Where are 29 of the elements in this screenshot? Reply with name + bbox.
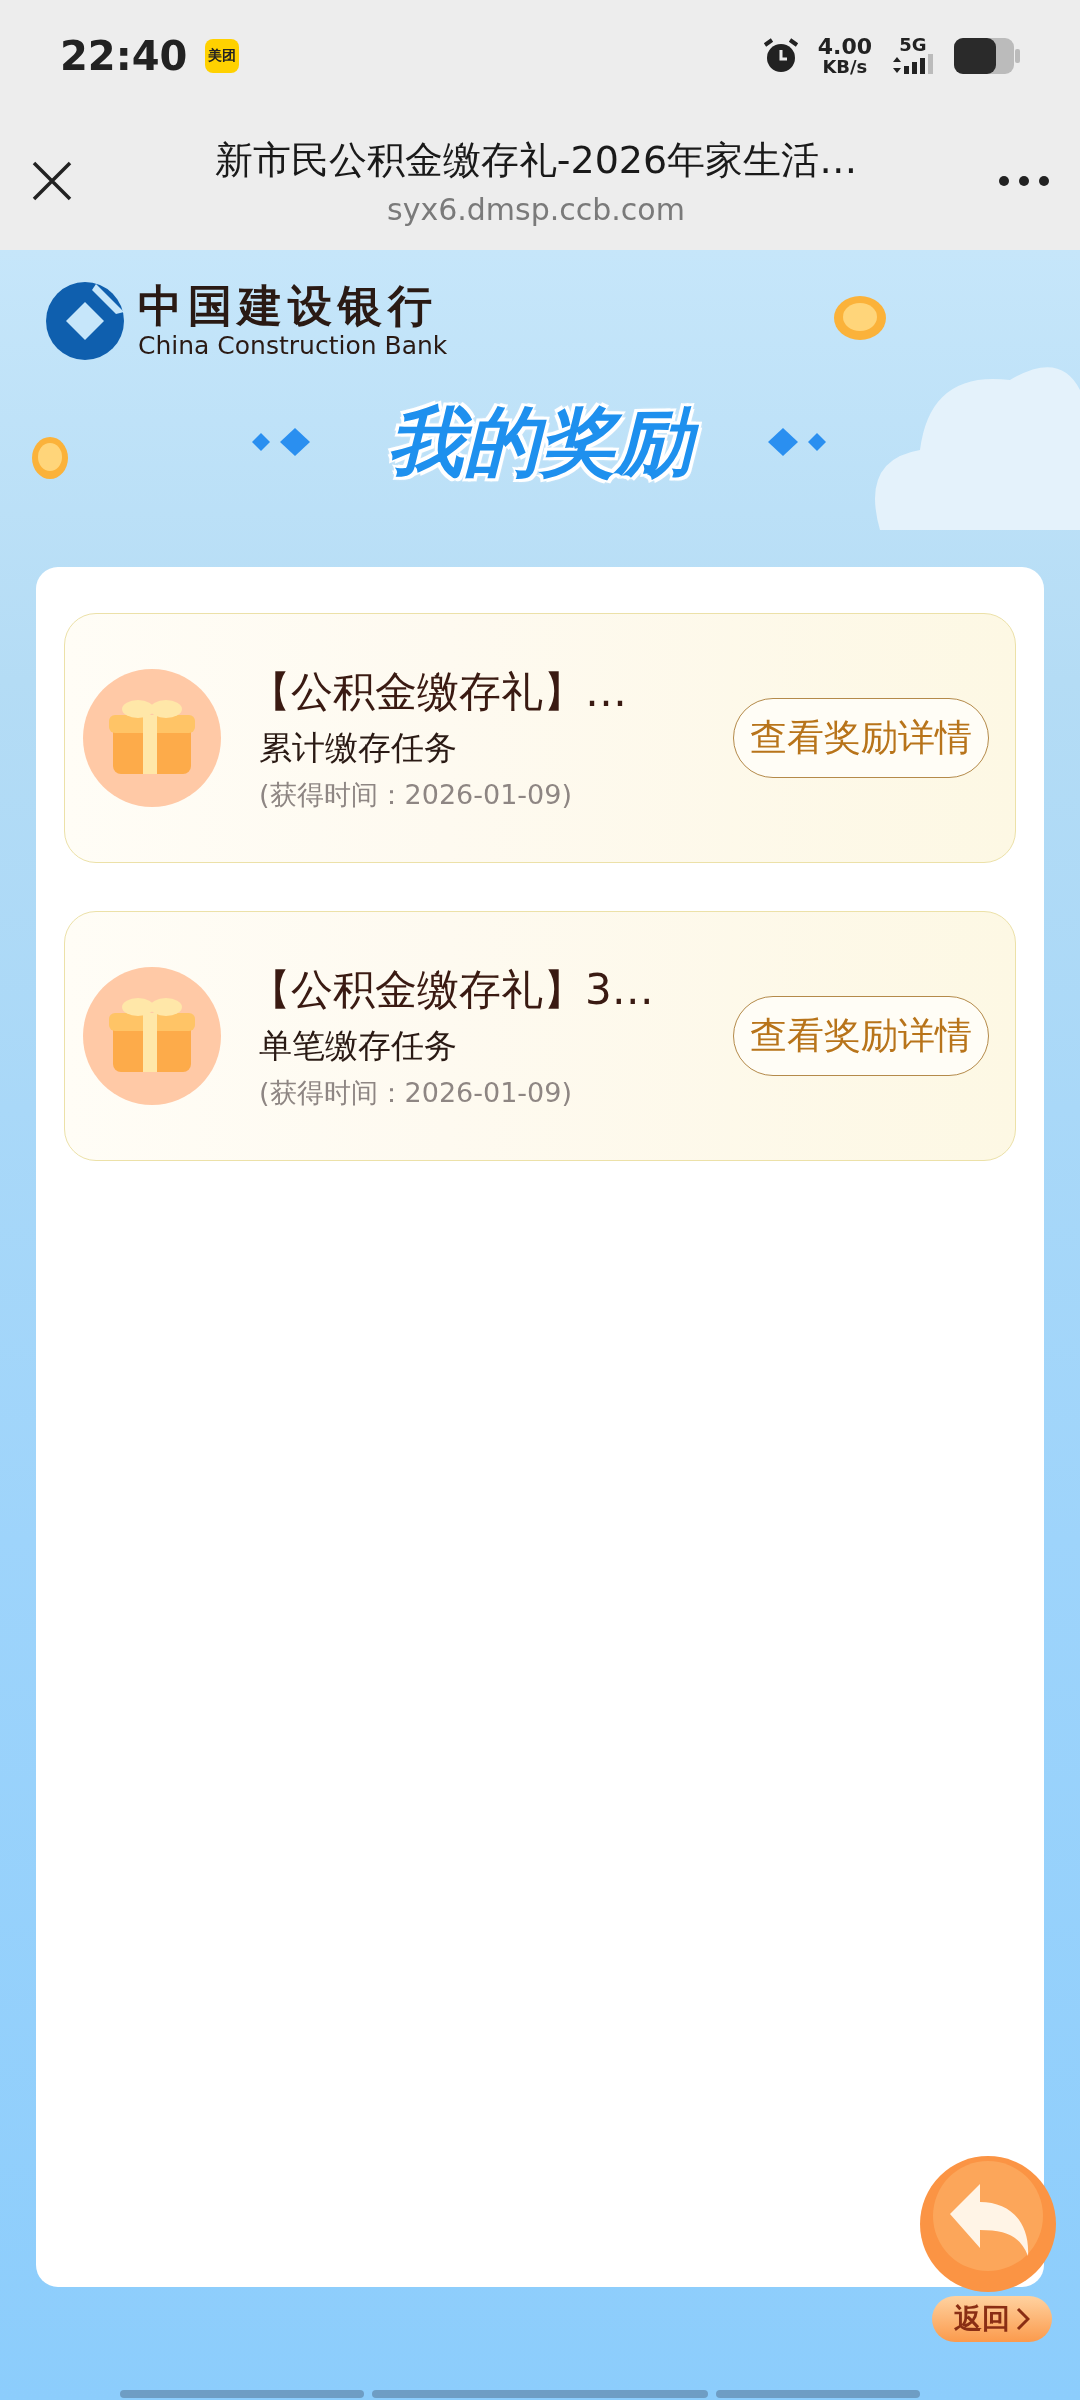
reward-time: (获得时间：2026-01-09) — [259, 777, 573, 812]
status-time: 22:40 — [60, 33, 188, 79]
speed-unit: KB/s — [822, 58, 868, 76]
page-url: syx6.dmsp.ccb.com — [387, 192, 685, 227]
reward-title: 【公积金缴存礼】3… — [249, 963, 655, 1016]
gift-box-icon — [83, 967, 221, 1105]
app-badge: 美团 — [205, 39, 240, 73]
reward-time: (获得时间：2026-01-09) — [259, 1075, 573, 1110]
rewards-title: 我的奖励 — [374, 388, 706, 496]
chevron-right-icon — [1016, 2307, 1030, 2331]
more-button[interactable] — [998, 175, 1050, 187]
reward-title: 【公积金缴存礼】… — [249, 665, 628, 718]
bank-name: 中国建设银行 — [138, 282, 439, 331]
network-type: 5G — [899, 36, 927, 54]
gift-box-icon — [83, 669, 221, 807]
close-button[interactable] — [30, 159, 74, 203]
reward-details-button[interactable]: 查看奖励详情 — [733, 698, 989, 778]
alarm-clock-icon — [761, 37, 800, 75]
bank-name-english: China Construction Bank — [138, 330, 448, 360]
bank-logo-icon — [46, 282, 124, 360]
network-speed: 4.00 — [817, 36, 872, 58]
signal-icon — [890, 54, 936, 76]
page-title: 新市民公积金缴存礼-2026年家生活… — [214, 137, 858, 184]
battery-icon — [954, 38, 1020, 74]
reward-task: 累计缴存任务 — [259, 726, 458, 769]
coin-drawing — [30, 435, 70, 481]
back-button[interactable]: 返回 — [932, 2296, 1052, 2342]
reward-task: 单笔缴存任务 — [259, 1024, 458, 1067]
reward-details-button[interactable]: 查看奖励详情 — [733, 996, 989, 1076]
